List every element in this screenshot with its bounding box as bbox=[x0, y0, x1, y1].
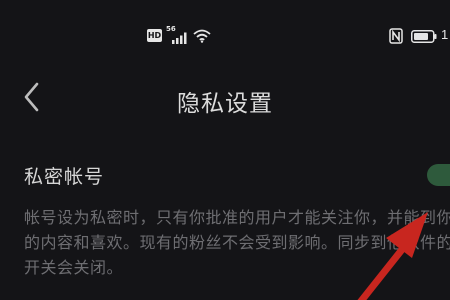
wifi-icon bbox=[193, 29, 211, 43]
status-bar: HD 56 1 bbox=[0, 25, 450, 48]
page-title: 隐私设置 bbox=[177, 91, 273, 117]
private-account-toggle[interactable] bbox=[427, 164, 450, 186]
nfc-icon bbox=[389, 28, 403, 44]
signal-icon bbox=[172, 32, 187, 44]
privacy-settings-screen: HD 56 1 隐私设置 私密帐号 帐号设为私密时，只有你批准的用户才能关注你，… bbox=[0, 0, 450, 300]
hd-badge: HD bbox=[147, 29, 162, 42]
private-account-description: 帐号设为私密时，只有你批准的用户才能关注你，并能到你的内容和喜欢。现有的粉丝不会… bbox=[24, 208, 450, 277]
private-account-label: 私密帐号 bbox=[24, 166, 105, 188]
battery-icon bbox=[411, 30, 437, 43]
battery-percent: 1 bbox=[441, 27, 449, 42]
